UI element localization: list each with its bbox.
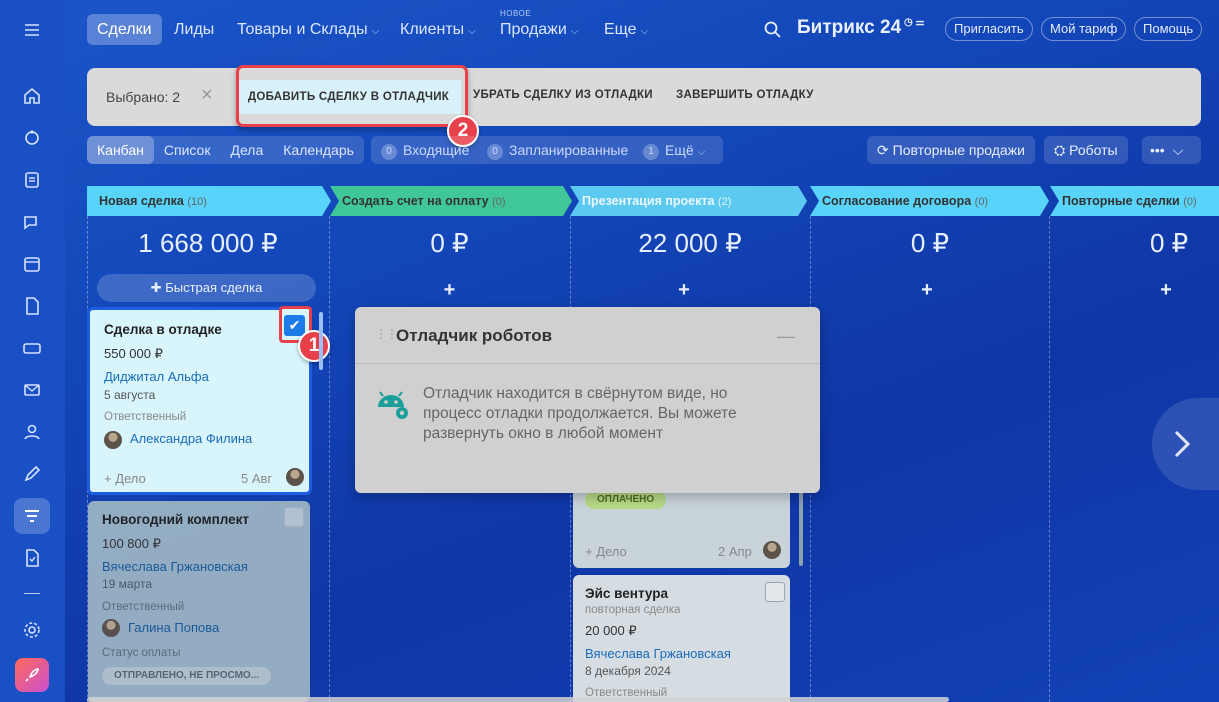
deal-company[interactable]: Диджитал Альфа [104, 369, 209, 384]
horizontal-scrollbar[interactable] [87, 697, 949, 702]
debugger-message: Отладчик находится в свёрнутом виде, но … [423, 385, 737, 442]
deal-sum: 550 000 ₽ [104, 346, 163, 361]
deal-title[interactable]: Сделка в отладке [104, 322, 222, 337]
deal-sum: 100 800 ₽ [102, 536, 161, 551]
column-sum-contract: 0 ₽ [910, 228, 950, 258]
add-deal-button[interactable]: + [1050, 279, 1219, 302]
quick-deal-button[interactable]: ✚ Быстрая сделка [97, 274, 316, 302]
step-badge-1: 1 [298, 330, 330, 362]
avatar [286, 468, 304, 486]
plus-icon: ✚ [150, 280, 166, 295]
column-scrollbar[interactable] [319, 312, 323, 370]
column-header-repeat[interactable]: Повторные сделки (0) [1050, 186, 1219, 216]
android-robot-icon [378, 391, 408, 419]
avatar [102, 619, 120, 637]
add-deal-button[interactable]: + [810, 279, 1044, 302]
activity-date: 5 Авг [241, 471, 273, 486]
column-header-contract[interactable]: Согласование договора (0) [810, 186, 1042, 216]
deal-date: 5 августа [104, 388, 156, 402]
deal-card[interactable]: ОПЛАЧЕНО + Дело 2 Апр [573, 488, 790, 568]
column-header-new[interactable]: Новая сделка (10) [87, 186, 327, 216]
column-header-presentation[interactable]: Презентация проекта (2) [570, 186, 800, 216]
avatar [763, 541, 781, 559]
deal-date: 19 марта [102, 577, 153, 591]
activity-date: 2 Апр [718, 544, 752, 559]
divider [355, 363, 820, 364]
checkbox[interactable] [284, 507, 304, 527]
status-badge: ОПЛАЧЕНО [585, 491, 667, 509]
checkbox-checked-icon[interactable]: ✔ [284, 315, 305, 336]
avatar [104, 431, 122, 449]
minimize-icon[interactable]: — [777, 326, 795, 347]
chevron-right-icon [1174, 430, 1191, 458]
drag-handle-icon[interactable]: ⋮⋮ [375, 327, 398, 341]
responsible-name[interactable]: Галина Попова [128, 620, 219, 635]
deal-date: 8 декабря 2024 [585, 664, 671, 678]
add-activity-link[interactable]: + Дело [585, 544, 627, 559]
responsible-label: Ответственный [102, 601, 185, 613]
payment-status-label: Статус оплаты [102, 647, 181, 659]
deal-card[interactable]: Новогодний комплект 100 800 ₽ Вячеслава … [88, 501, 310, 702]
column-sum-invoice: 0 ₽ [430, 228, 469, 258]
deal-subtitle: повторная сделка [585, 604, 681, 616]
deal-title[interactable]: Новогодний комплект [102, 512, 249, 527]
add-deal-button[interactable]: + [570, 279, 798, 302]
responsible-label: Ответственный [104, 411, 187, 423]
responsible-name[interactable]: Александра Филина [130, 431, 252, 446]
column-sum-presentation: 22 000 ₽ [638, 228, 742, 258]
add-activity-link[interactable]: + Дело [104, 471, 146, 486]
column-sum-new: 1 668 000 ₽ [138, 228, 278, 258]
column-sum-repeat: 0 ₽ [1150, 228, 1189, 258]
column-scrollbar[interactable] [799, 488, 803, 566]
deal-title[interactable]: Эйс вентура [585, 586, 668, 601]
deal-sum: 20 000 ₽ [585, 623, 637, 638]
checkbox[interactable] [765, 582, 785, 602]
robot-debugger-panel[interactable]: ⋮⋮ Отладчик роботов — Отладчик находится… [355, 307, 820, 493]
deal-company[interactable]: Вячеслава Гржановская [585, 646, 731, 661]
debugger-title: Отладчик роботов [396, 326, 553, 345]
deal-card[interactable]: Эйс вентура повторная сделка 20 000 ₽ Вя… [573, 575, 790, 702]
column-header-invoice[interactable]: Создать счет на оплату (0) [330, 186, 565, 216]
add-deal-button[interactable]: + [329, 279, 570, 302]
deal-company[interactable]: Вячеслава Гржановская [102, 559, 248, 574]
payment-status-badge: ОТПРАВЛЕНО, НЕ ПРОСМО... [102, 667, 272, 685]
